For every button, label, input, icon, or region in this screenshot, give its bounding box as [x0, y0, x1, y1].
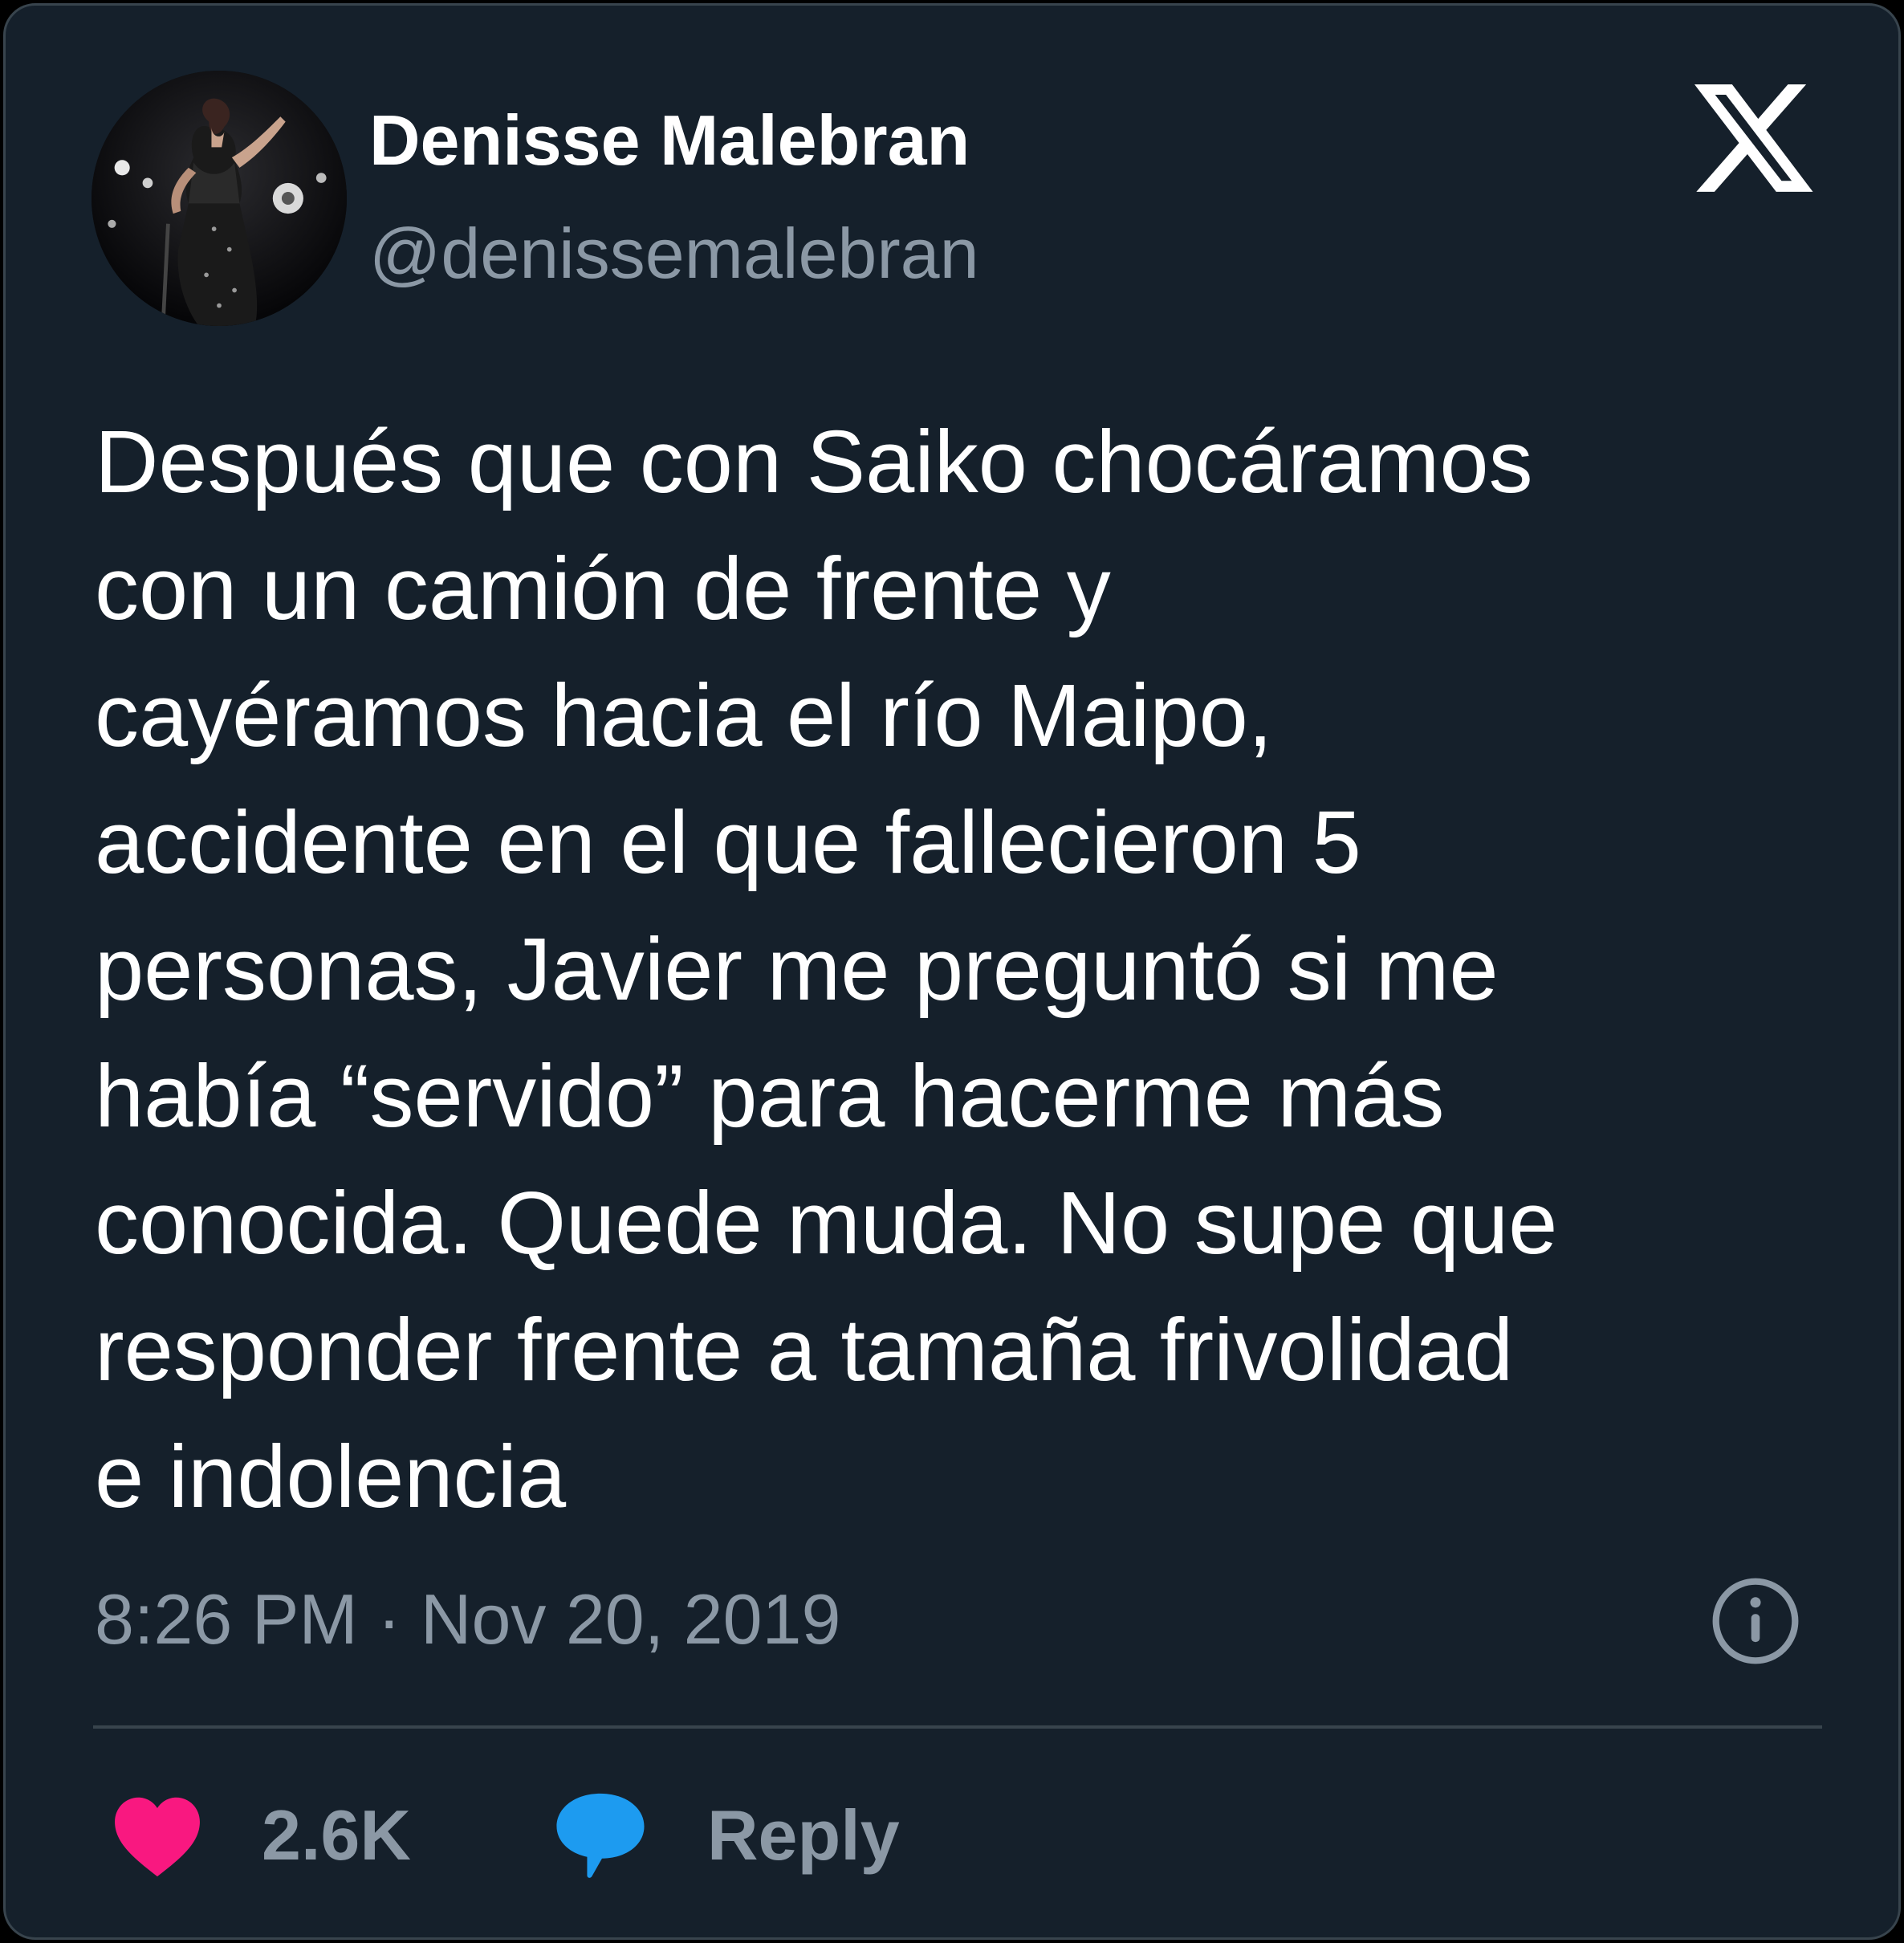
tweet-text-line: con un camión de frente y	[95, 540, 1111, 638]
tweet-text-line: había “servido” para hacerme más	[95, 1047, 1445, 1146]
info-icon[interactable]	[1709, 1574, 1802, 1668]
avatar[interactable]	[92, 71, 347, 326]
tweet-text-line: cayéramos hacia el río Maipo,	[95, 666, 1273, 765]
heart-icon[interactable]	[112, 1794, 203, 1878]
tweet-card: Denisse Malebran @denissemalebran Despué…	[3, 3, 1901, 1940]
reply-button[interactable]: Reply	[707, 1800, 900, 1871]
tweet-text-line: e indolencia	[95, 1428, 567, 1526]
author-handle[interactable]: @denissemalebran	[369, 218, 979, 289]
tweet-text-line: responder frente a tamaña frivolidad	[95, 1301, 1514, 1399]
profile-photo-icon	[92, 71, 347, 326]
tweet-text: Después que con Saiko chocáramos con un …	[95, 399, 1845, 1541]
tweet-text-line: Después que con Saiko chocáramos	[95, 413, 1533, 511]
speech-bubble-icon[interactable]	[553, 1790, 648, 1880]
author-display-name[interactable]: Denisse Malebran	[369, 105, 970, 176]
like-count[interactable]: 2.6K	[262, 1800, 411, 1871]
tweet-timestamp[interactable]: 8:26 PM · Nov 20, 2019	[95, 1584, 840, 1655]
tweet-text-line: conocida. Quede muda. No supe que	[95, 1174, 1558, 1273]
tweet-text-line: personas, Javier me preguntó si me	[95, 920, 1499, 1019]
tweet-text-line: accidente en el que fallecieron 5	[95, 793, 1361, 892]
divider	[93, 1725, 1822, 1729]
x-logo-icon[interactable]	[1694, 81, 1813, 195]
